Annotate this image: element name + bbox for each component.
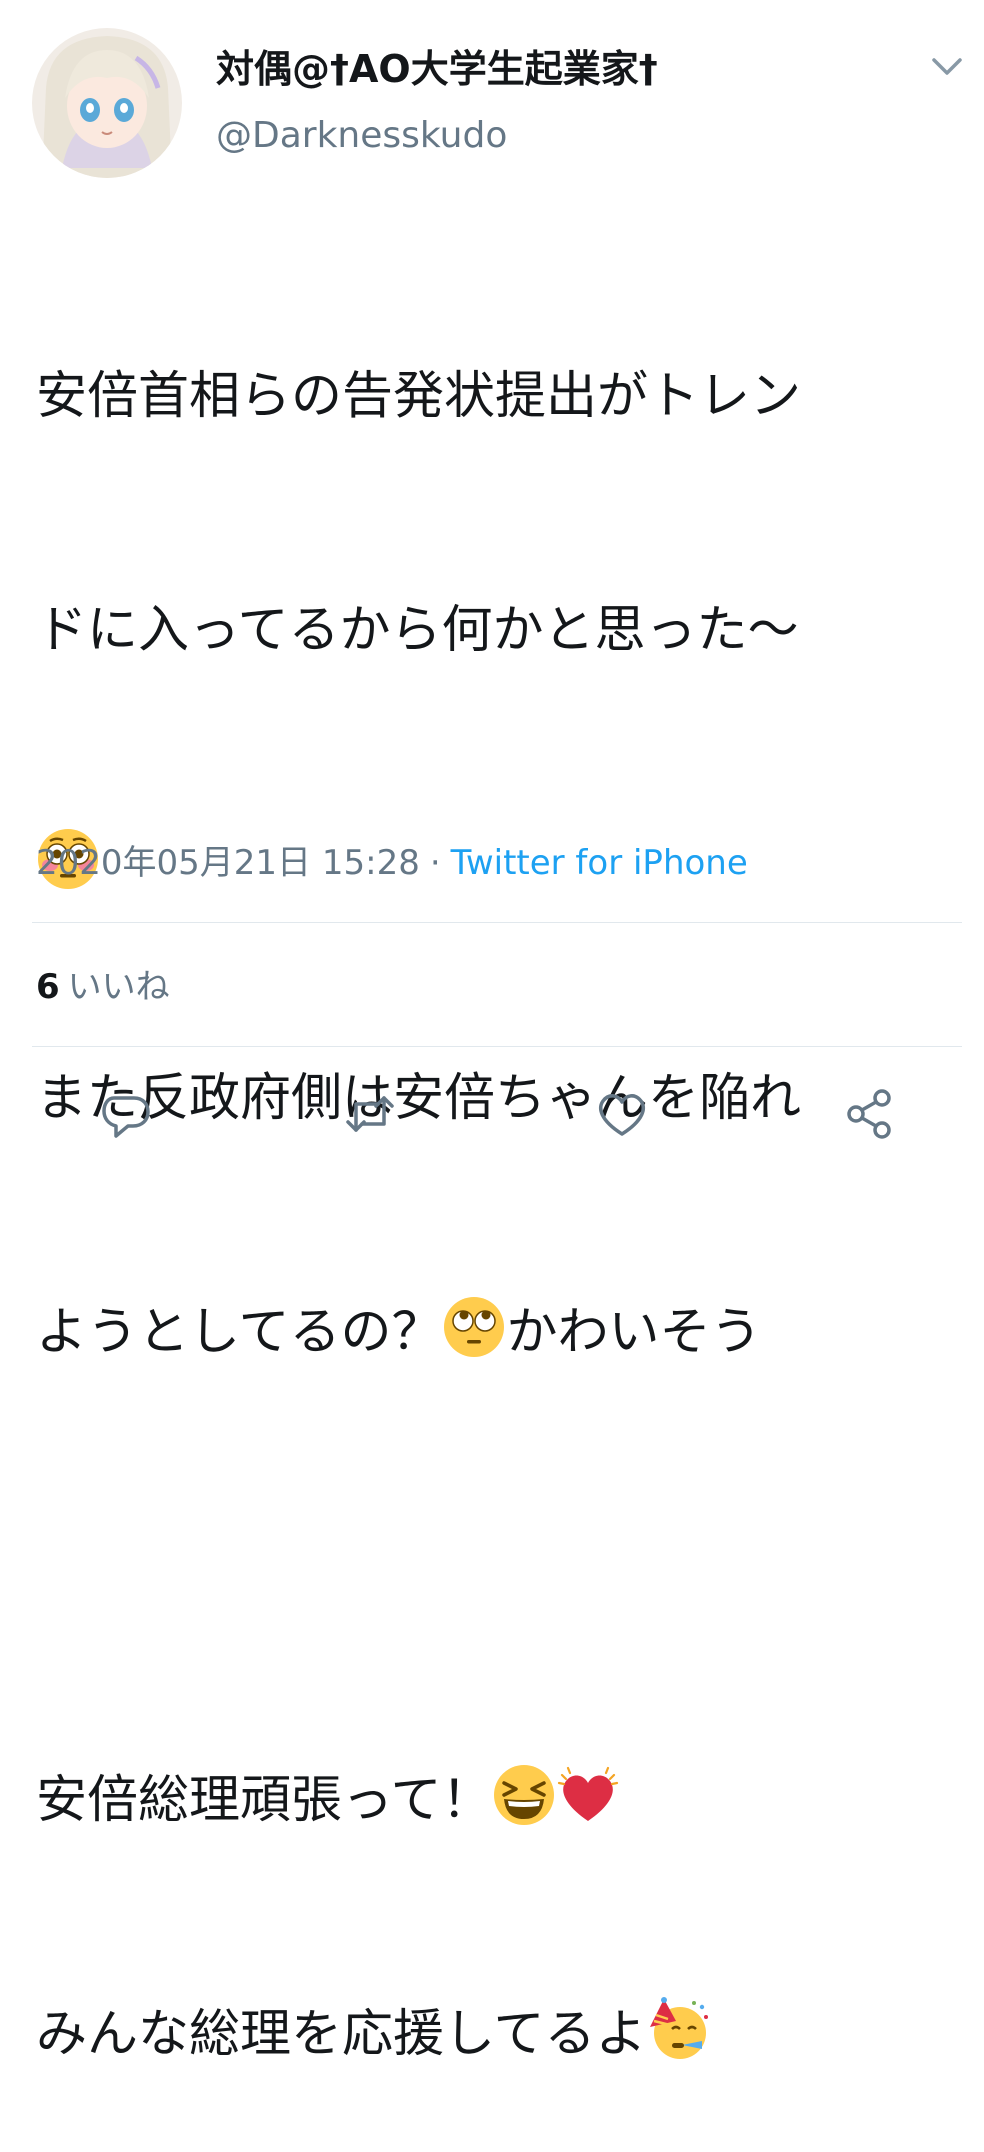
tweet-line-text: みんな総理を応援してるよ xyxy=(36,2005,647,2064)
likes-label: いいね xyxy=(67,967,170,1007)
grinning-squinting-face-icon xyxy=(492,1763,556,1827)
face-with-rolling-eyes-icon xyxy=(442,1295,506,1359)
tweet-line-with-emoji: みんな総理を応援してるよ xyxy=(36,1996,966,2074)
tweet-line-text: かわいそう xyxy=(506,1303,762,1362)
tweet-text: 安倍首相らの告発状提出がトレン ドに入ってるから何かと思った〜 また反政府側は安… xyxy=(36,202,966,2152)
likes-count: 6 xyxy=(36,967,60,1007)
retweet-icon[interactable] xyxy=(342,1086,398,1142)
divider xyxy=(32,922,962,923)
meta-separator: · xyxy=(429,843,441,883)
tweet-line: また反政府側は安倍ちゃんを陥れ xyxy=(36,1069,802,1128)
tweet-line: 安倍首相らの告発状提出がトレン xyxy=(36,367,802,426)
tweet-line-text: 安倍総理頑張って！ xyxy=(36,1771,493,1830)
tweet-meta: 2020年05月21日 15:28 · Twitter for iPhone xyxy=(36,840,748,886)
divider xyxy=(32,1046,962,1047)
avatar-image xyxy=(32,28,182,178)
chevron-down-icon[interactable] xyxy=(926,50,968,82)
tweet-line-text: ようとしてるの？ xyxy=(36,1303,443,1362)
share-icon[interactable] xyxy=(842,1086,898,1142)
avatar[interactable] xyxy=(32,28,182,178)
timestamp[interactable]: 2020年05月21日 15:28 xyxy=(36,843,420,883)
beating-heart-icon xyxy=(556,1763,620,1827)
source-link[interactable]: Twitter for iPhone xyxy=(451,843,748,883)
partying-face-icon xyxy=(646,1997,710,2061)
author-display-name[interactable]: 対偶@†AO大学生起業家† xyxy=(216,44,658,94)
tweet-line-with-emoji: 安倍総理頑張って！ xyxy=(36,1762,966,1840)
tweet-line: ドに入ってるから何かと思った〜 xyxy=(36,601,799,660)
author-handle[interactable]: @Darknesskudo xyxy=(216,112,507,160)
heart-icon[interactable] xyxy=(594,1086,650,1142)
reply-icon[interactable] xyxy=(98,1086,154,1142)
likes-summary[interactable]: 6 いいね xyxy=(36,964,170,1010)
tweet-line-with-emoji: ようとしてるの？ かわいそう xyxy=(36,1294,966,1372)
